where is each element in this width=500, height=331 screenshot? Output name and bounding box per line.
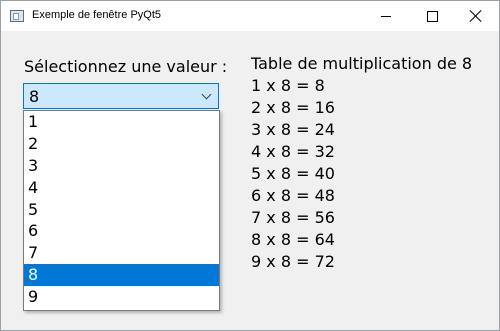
dropdown-option-2[interactable]: 2 (24, 133, 219, 155)
table-row: 6 x 8 = 48 (251, 186, 335, 205)
chevron-down-icon[interactable] (201, 89, 212, 100)
table-row: 2 x 8 = 16 (251, 98, 335, 117)
dropdown-option-1[interactable]: 1 (24, 111, 219, 133)
table-row: 3 x 8 = 24 (251, 120, 335, 139)
close-icon (469, 9, 483, 23)
minimize-icon (381, 15, 391, 17)
table-row: 1 x 8 = 8 (251, 76, 325, 95)
dropdown-option-3[interactable]: 3 (24, 155, 219, 177)
dropdown-option-7[interactable]: 7 (24, 242, 219, 264)
maximize-button[interactable] (409, 1, 455, 31)
close-button[interactable] (453, 1, 499, 31)
table-row: 5 x 8 = 40 (251, 164, 335, 183)
window-icon (10, 10, 24, 22)
table-row: 8 x 8 = 64 (251, 230, 335, 249)
combobox-value: 8 (29, 87, 40, 106)
maximize-icon (426, 10, 438, 22)
dropdown-option-8[interactable]: 8 (24, 264, 219, 287)
table-title: Table de multiplication de 8 (251, 54, 473, 73)
main-window: Exemple de fenêtre PyQt5 Sélectionnez un… (0, 0, 500, 331)
minimize-button[interactable] (363, 1, 409, 31)
title-bar[interactable]: Exemple de fenêtre PyQt5 (1, 1, 499, 31)
table-row: 4 x 8 = 32 (251, 142, 335, 161)
select-label: Sélectionnez une valeur : (24, 57, 228, 76)
table-row: 7 x 8 = 56 (251, 208, 335, 227)
dropdown-option-5[interactable]: 5 (24, 199, 219, 221)
combobox-dropdown-list: 1 2 3 4 5 6 7 8 9 (23, 110, 220, 311)
multiplication-table: Table de multiplication de 8 1 x 8 = 8 2… (251, 53, 472, 273)
table-row: 9 x 8 = 72 (251, 252, 335, 271)
dropdown-option-6[interactable]: 6 (24, 220, 219, 242)
dropdown-option-4[interactable]: 4 (24, 177, 219, 199)
window-title: Exemple de fenêtre PyQt5 (32, 9, 162, 21)
value-combobox[interactable]: 8 (23, 83, 219, 109)
dropdown-option-9[interactable]: 9 (24, 286, 219, 308)
